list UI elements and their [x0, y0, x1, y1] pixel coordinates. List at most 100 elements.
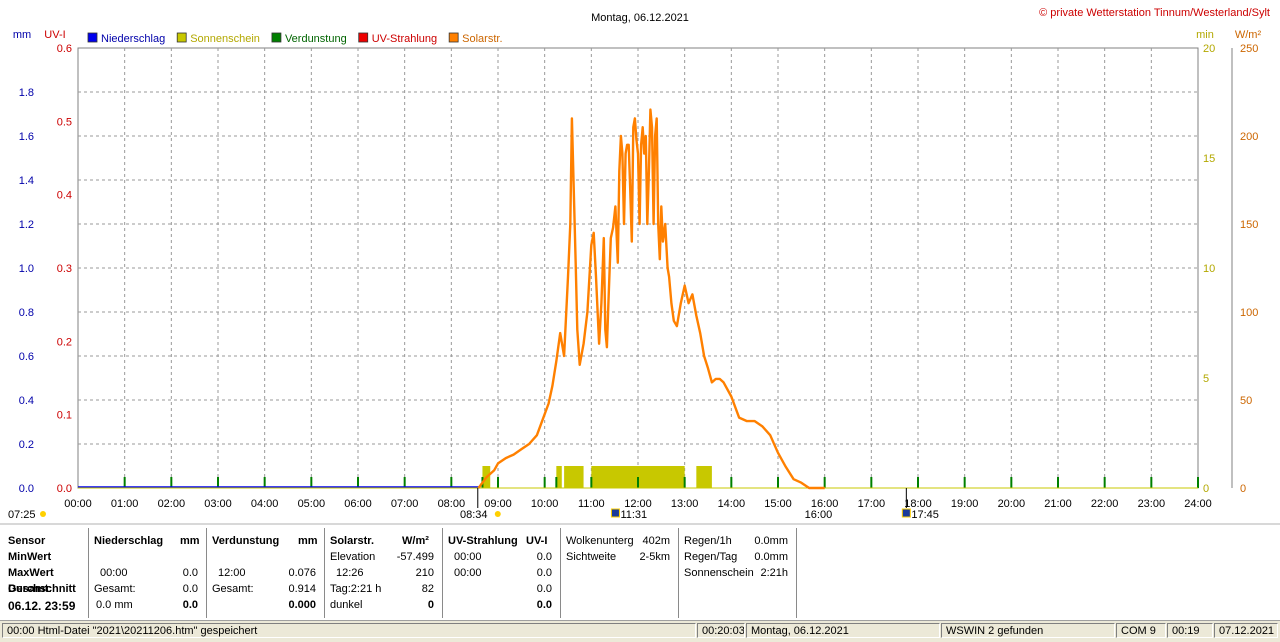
status-date-long: Montag, 06.12.2021	[746, 623, 940, 638]
tick-label-min: 15	[1203, 153, 1215, 165]
uv-max-time: 00:00	[454, 567, 482, 579]
legend-swatch	[176, 32, 187, 43]
niederschlag-max-time: 00:00	[100, 567, 128, 579]
tick-label-min: 10	[1203, 263, 1215, 275]
marker-sunrise-time: 08:34	[460, 509, 488, 521]
tick-label-mm: 0.4	[19, 395, 34, 407]
niederschlag-max-val: 0.0	[182, 567, 198, 579]
verdunstung-max-time: 12:00	[218, 567, 246, 579]
x-tick-label: 21:00	[1044, 498, 1072, 510]
tick-label-mm: 0.2	[19, 439, 34, 451]
verdunstung-avg-val: 0.000	[288, 599, 316, 611]
solar-max-time: 12:26	[336, 567, 364, 579]
uv-total-val: 0.0	[536, 583, 552, 595]
x-tick-label: 20:00	[998, 498, 1026, 510]
x-tick-label: 05:00	[298, 498, 326, 510]
axis-unit-mm: mm	[13, 29, 31, 41]
tick-label-mm: 1.8	[19, 87, 34, 99]
tick-label-uv: 0.3	[57, 263, 72, 275]
legend-label: Solarstr.	[462, 33, 502, 45]
tick-label-wm2: 200	[1240, 131, 1258, 143]
x-tick-label: 19:00	[951, 498, 979, 510]
verdunstung-header: Verdunstung	[212, 535, 280, 547]
sunshine-bar	[564, 466, 584, 488]
sun-icon	[494, 511, 501, 517]
status-date: 07.12.2021	[1214, 623, 1278, 638]
verdunstung-max-val: 0.076	[288, 567, 316, 579]
sensor-header: Sensor	[8, 535, 46, 547]
cloud-base-label: Wolkenunterg	[566, 535, 634, 547]
marker-twilight-time: 17:45	[911, 509, 939, 521]
verdunstung-total-label: Gesamt:	[212, 583, 254, 595]
x-tick-label: 13:00	[671, 498, 699, 510]
solar-max-val: 210	[415, 567, 434, 579]
uv-unit: UV-I	[526, 535, 548, 547]
solar-tag-label: Tag:2:21 h	[330, 583, 382, 595]
x-tick-label: 09:00	[484, 498, 512, 510]
legend-swatch	[271, 32, 282, 43]
verdunstung-total-val: 0.914	[288, 583, 316, 595]
legend-swatch	[87, 32, 98, 43]
legend-label: Niederschlag	[101, 33, 165, 45]
panel-divider	[324, 528, 325, 618]
tick-label-uv: 0.5	[57, 116, 72, 128]
rain-day-val: 0.0mm	[754, 551, 788, 563]
x-tick-label: 03:00	[204, 498, 232, 510]
x-tick-label: 11:00	[578, 498, 605, 510]
solar-header: Solarstr.	[330, 535, 375, 547]
niederschlag-total-val: 0.0	[182, 583, 198, 595]
uv-avg-val: 0.0	[536, 599, 552, 611]
x-tick-label: 06:00	[344, 498, 372, 510]
cloud-base-val: 402m	[642, 535, 670, 547]
status-elapsed-time: 00:20:03	[697, 623, 745, 638]
sunshine-val: 2:21h	[760, 567, 788, 579]
legend-label: Sonnenschein	[190, 33, 260, 45]
panel-divider	[796, 528, 797, 618]
tick-label-uv: 0.4	[57, 190, 72, 202]
niederschlag-unit: mm	[180, 535, 200, 547]
tick-label-wm2: 0	[1240, 483, 1246, 495]
sensor-date: 06.12. 23:59	[8, 599, 76, 613]
x-tick-label: 02:00	[158, 498, 186, 510]
moon-icon	[901, 508, 911, 518]
row-label-avg: Durchschnitt	[8, 583, 76, 595]
marker-start-time: 07:25	[8, 509, 36, 521]
x-tick-label: 14:00	[718, 498, 746, 510]
tick-label-min: 5	[1203, 373, 1209, 385]
uv-header: UV-Strahlung	[448, 535, 518, 547]
row-label-max: MaxWert	[8, 567, 54, 579]
axis-unit-min: min	[1196, 29, 1214, 41]
solar-dunkel-label: dunkel	[330, 599, 363, 611]
legend-swatch	[358, 32, 369, 43]
weather-chart: Montag, 06.12.2021 © private Wetterstatio…	[0, 7, 1280, 525]
x-tick-label: 23:00	[1138, 498, 1166, 510]
x-tick-label: 22:00	[1091, 498, 1119, 510]
niederschlag-avg-val: 0.0	[182, 599, 198, 611]
marker-noon-time: 11:31	[620, 509, 647, 521]
tick-label-uv: 0.0	[57, 483, 72, 495]
x-tick-label: 15:00	[764, 498, 792, 510]
visibility-val: 2-5km	[639, 551, 670, 563]
tick-label-mm: 1.0	[19, 263, 34, 275]
x-tick-label: 04:00	[251, 498, 279, 510]
axis-unit-wm2: W/m²	[1235, 29, 1262, 41]
moon-icon	[610, 508, 620, 518]
solar-unit: W/m²	[402, 535, 429, 547]
status-message: 00:00 Html-Datei "2021\20211206.htm" ges…	[2, 623, 696, 638]
rain-1h-label: Regen/1h	[684, 535, 732, 547]
sun-icon	[40, 511, 46, 517]
x-tick-label: 17:00	[858, 498, 886, 510]
tick-label-wm2: 100	[1240, 307, 1258, 319]
panel-divider	[678, 528, 679, 618]
x-tick-label: 24:00	[1184, 498, 1212, 510]
tick-label-wm2: 150	[1240, 219, 1258, 231]
axis-unit-uv: UV-I	[44, 29, 65, 41]
chart-title: Montag, 06.12.2021	[591, 12, 689, 24]
tick-label-mm: 0.8	[19, 307, 34, 319]
legend-label: Verdunstung	[285, 33, 347, 45]
solar-elevation-val: -57.499	[396, 551, 434, 563]
tick-label-uv: 0.1	[57, 410, 72, 422]
panel-divider	[560, 528, 561, 618]
copyright-text: © private Wetterstation Tinnum/Westerlan…	[1039, 7, 1270, 19]
tick-label-mm: 1.4	[19, 175, 34, 187]
